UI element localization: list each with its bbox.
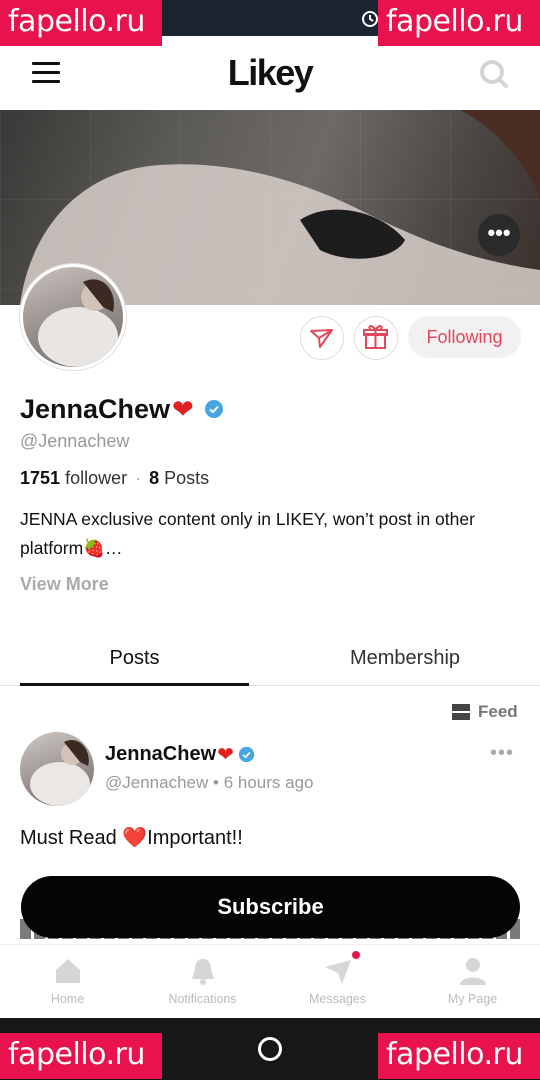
gift-button[interactable] bbox=[354, 316, 398, 360]
profile-stats: 1751 follower · 8 Posts bbox=[20, 468, 210, 488]
heart-emoji: ❤ bbox=[172, 393, 194, 424]
post-more-icon[interactable]: ••• bbox=[490, 742, 514, 765]
heart-emoji: ❤ bbox=[217, 743, 234, 766]
unread-dot bbox=[352, 951, 360, 959]
profile-name: JennaChew bbox=[20, 393, 171, 424]
tab-posts[interactable]: Posts bbox=[20, 630, 249, 686]
watermark: fapello.ru bbox=[378, 1033, 540, 1079]
nav-notifications[interactable]: Notifications bbox=[135, 945, 270, 1019]
post-author-name[interactable]: JennaChew bbox=[105, 743, 216, 766]
more-options-button[interactable]: ••• bbox=[478, 214, 520, 256]
home-icon bbox=[56, 959, 80, 983]
bottom-nav: Home Notifications Messages My Page bbox=[0, 944, 540, 1018]
meta-separator: • bbox=[213, 773, 219, 792]
nav-home-label: Home bbox=[50, 992, 85, 1006]
post-author-row: JennaChew ❤ bbox=[105, 741, 255, 767]
watermark: fapello.ru bbox=[0, 1033, 162, 1079]
nav-messages[interactable]: Messages bbox=[270, 945, 405, 1019]
post-author-handle: @Jennachew bbox=[105, 773, 209, 792]
person-icon bbox=[460, 958, 486, 985]
feed-label: Feed bbox=[478, 702, 518, 721]
gift-icon bbox=[363, 325, 388, 349]
view-more-link[interactable]: View More bbox=[20, 574, 109, 595]
feed-view-toggle[interactable]: Feed bbox=[452, 701, 518, 723]
profile-tabs: Posts Membership bbox=[0, 630, 540, 686]
post-meta: @Jennachew • 6 hours ago bbox=[105, 773, 313, 793]
nav-my-page[interactable]: My Page bbox=[405, 945, 540, 1019]
nav-messages-label: Messages bbox=[309, 992, 366, 1006]
bell-icon bbox=[192, 959, 214, 985]
subscribe-button[interactable]: Subscribe bbox=[21, 876, 520, 938]
app-logo[interactable]: Likey bbox=[0, 52, 540, 94]
verified-badge-icon bbox=[238, 746, 255, 762]
profile-bio: JENNA exclusive content only in LIKEY, w… bbox=[20, 509, 475, 558]
app-header: Likey bbox=[0, 36, 540, 110]
posts-label: Posts bbox=[164, 468, 210, 488]
profile-name-row: JennaChew ❤ bbox=[20, 391, 224, 427]
post-author-avatar[interactable] bbox=[20, 732, 94, 806]
alarm-icon bbox=[362, 11, 378, 27]
paper-plane-icon bbox=[325, 960, 351, 984]
followers-label[interactable]: follower bbox=[65, 468, 127, 488]
profile-avatar[interactable] bbox=[20, 264, 126, 370]
watermark: fapello.ru bbox=[378, 0, 540, 46]
followers-count: 1751 bbox=[20, 468, 61, 488]
profile-handle: @Jennachew bbox=[20, 431, 130, 451]
nav-notifications-label: Notifications bbox=[168, 992, 237, 1006]
posts-count: 8 bbox=[149, 468, 160, 488]
nav-my-page-label: My Page bbox=[447, 992, 498, 1006]
search-icon[interactable] bbox=[478, 58, 510, 90]
paper-plane-icon bbox=[310, 329, 333, 348]
system-home-button[interactable] bbox=[258, 1037, 282, 1061]
post-time: 6 hours ago bbox=[223, 773, 314, 792]
post-text: Must Read ❤️Important!! bbox=[20, 827, 243, 849]
tab-membership[interactable]: Membership bbox=[290, 630, 520, 686]
feed-layout-icon bbox=[452, 704, 470, 720]
nav-home[interactable]: Home bbox=[0, 945, 135, 1019]
share-button[interactable] bbox=[300, 316, 344, 360]
watermark: fapello.ru bbox=[0, 0, 162, 46]
following-button[interactable]: Following bbox=[408, 316, 521, 358]
verified-badge-icon bbox=[204, 400, 223, 418]
